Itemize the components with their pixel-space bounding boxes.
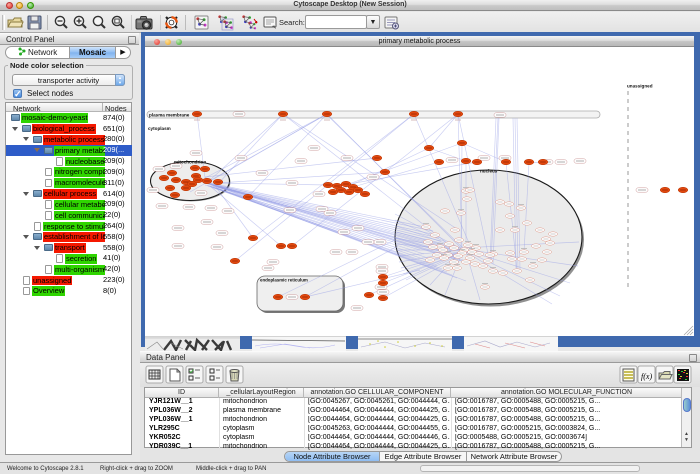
svg-text:cytoplasm: cytoplasm — [148, 126, 171, 131]
svg-text:unassigned: unassigned — [627, 84, 653, 89]
svg-text:f(x): f(x) — [641, 372, 652, 381]
svg-text:mitochondrion: mitochondrion — [174, 160, 206, 165]
svg-text:endoplasmic reticulum: endoplasmic reticulum — [260, 278, 308, 283]
svg-text:plasma membrane: plasma membrane — [149, 113, 190, 118]
svg-text:nucleus: nucleus — [480, 169, 498, 174]
